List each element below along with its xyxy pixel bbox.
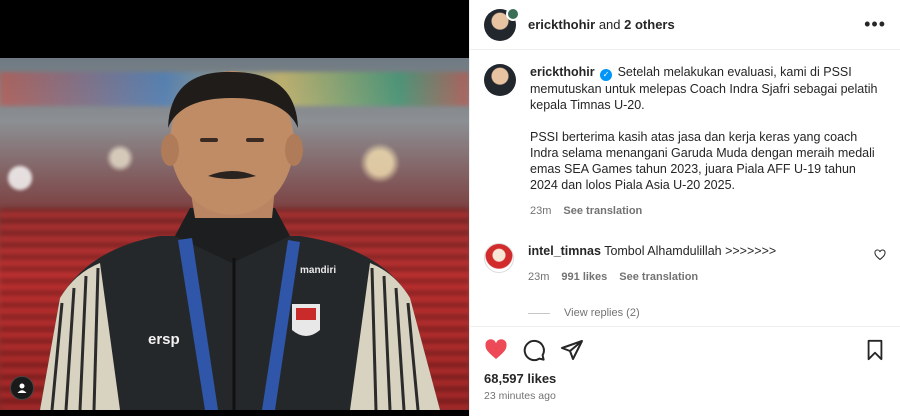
comment-meta: 23m 991 likes See translation bbox=[528, 269, 886, 285]
send-icon[interactable] bbox=[560, 338, 584, 362]
like-heart-icon[interactable] bbox=[484, 338, 508, 362]
caption-body: erickthohir ✓ Setelah melakukan evaluasi… bbox=[530, 64, 886, 219]
caption-avatar[interactable] bbox=[484, 64, 516, 96]
others-link[interactable]: 2 others bbox=[624, 17, 675, 32]
collaborator-avatar bbox=[506, 6, 520, 21]
more-options-icon[interactable]: ••• bbox=[864, 14, 886, 35]
post-timestamp[interactable]: 23 minutes ago bbox=[484, 390, 886, 402]
collab-authors[interactable]: erickthohir and 2 others bbox=[528, 17, 675, 32]
caption-username[interactable]: erickthohir bbox=[530, 65, 595, 79]
post-actions: 68,597 likes 23 minutes ago bbox=[470, 326, 900, 416]
comment-likes[interactable]: 991 likes bbox=[561, 269, 607, 285]
svg-text:ersp: ersp bbox=[148, 331, 180, 348]
view-replies-label: View replies (2) bbox=[564, 307, 640, 319]
joiner-text: and bbox=[598, 17, 621, 32]
replies-divider bbox=[528, 312, 550, 314]
comment-text: Tombol Alhamdulillah >>>>>>> bbox=[604, 244, 777, 258]
view-replies-button[interactable]: View replies (2) bbox=[528, 307, 886, 319]
likes-count[interactable]: 68,597 likes bbox=[484, 371, 886, 386]
comment-body: intel_timnas Tombol Alhamdulillah >>>>>>… bbox=[528, 243, 886, 285]
user-tag-icon bbox=[17, 383, 27, 393]
post-photo: ersp mandiri bbox=[0, 58, 469, 410]
caption-time[interactable]: 23m bbox=[530, 203, 551, 219]
comment-time[interactable]: 23m bbox=[528, 269, 549, 285]
comment-item: intel_timnas Tombol Alhamdulillah >>>>>>… bbox=[484, 243, 886, 285]
author-avatar-group[interactable] bbox=[484, 6, 520, 41]
comment-icon[interactable] bbox=[522, 338, 546, 362]
instagram-post-view: ersp mandiri erickthohir and 2 others ••… bbox=[0, 0, 900, 416]
comments-scroll-area[interactable]: erickthohir ✓ Setelah melakukan evaluasi… bbox=[470, 50, 900, 326]
svg-text:mandiri: mandiri bbox=[300, 265, 336, 276]
comment-see-translation[interactable]: See translation bbox=[619, 269, 698, 285]
post-header: erickthohir and 2 others ••• bbox=[470, 0, 900, 50]
post-details-panel: erickthohir and 2 others ••• erickthohir… bbox=[469, 0, 900, 416]
verified-badge-icon: ✓ bbox=[600, 69, 613, 81]
bookmark-icon[interactable] bbox=[864, 339, 886, 361]
commenter-avatar[interactable] bbox=[484, 243, 514, 273]
coach-figure: ersp mandiri bbox=[40, 71, 440, 410]
caption-meta: 23m See translation bbox=[530, 203, 886, 219]
author-username[interactable]: erickthohir bbox=[528, 17, 595, 32]
post-media[interactable]: ersp mandiri bbox=[0, 0, 469, 416]
action-bar bbox=[484, 335, 886, 365]
see-translation-link[interactable]: See translation bbox=[563, 203, 642, 219]
tagged-users-button[interactable] bbox=[10, 376, 34, 400]
caption: erickthohir ✓ Setelah melakukan evaluasi… bbox=[484, 64, 886, 219]
commenter-username[interactable]: intel_timnas bbox=[528, 244, 601, 258]
caption-text-2: PSSI berterima kasih atas jasa dan kerja… bbox=[530, 130, 875, 192]
comment-like-heart-icon[interactable] bbox=[874, 249, 886, 264]
